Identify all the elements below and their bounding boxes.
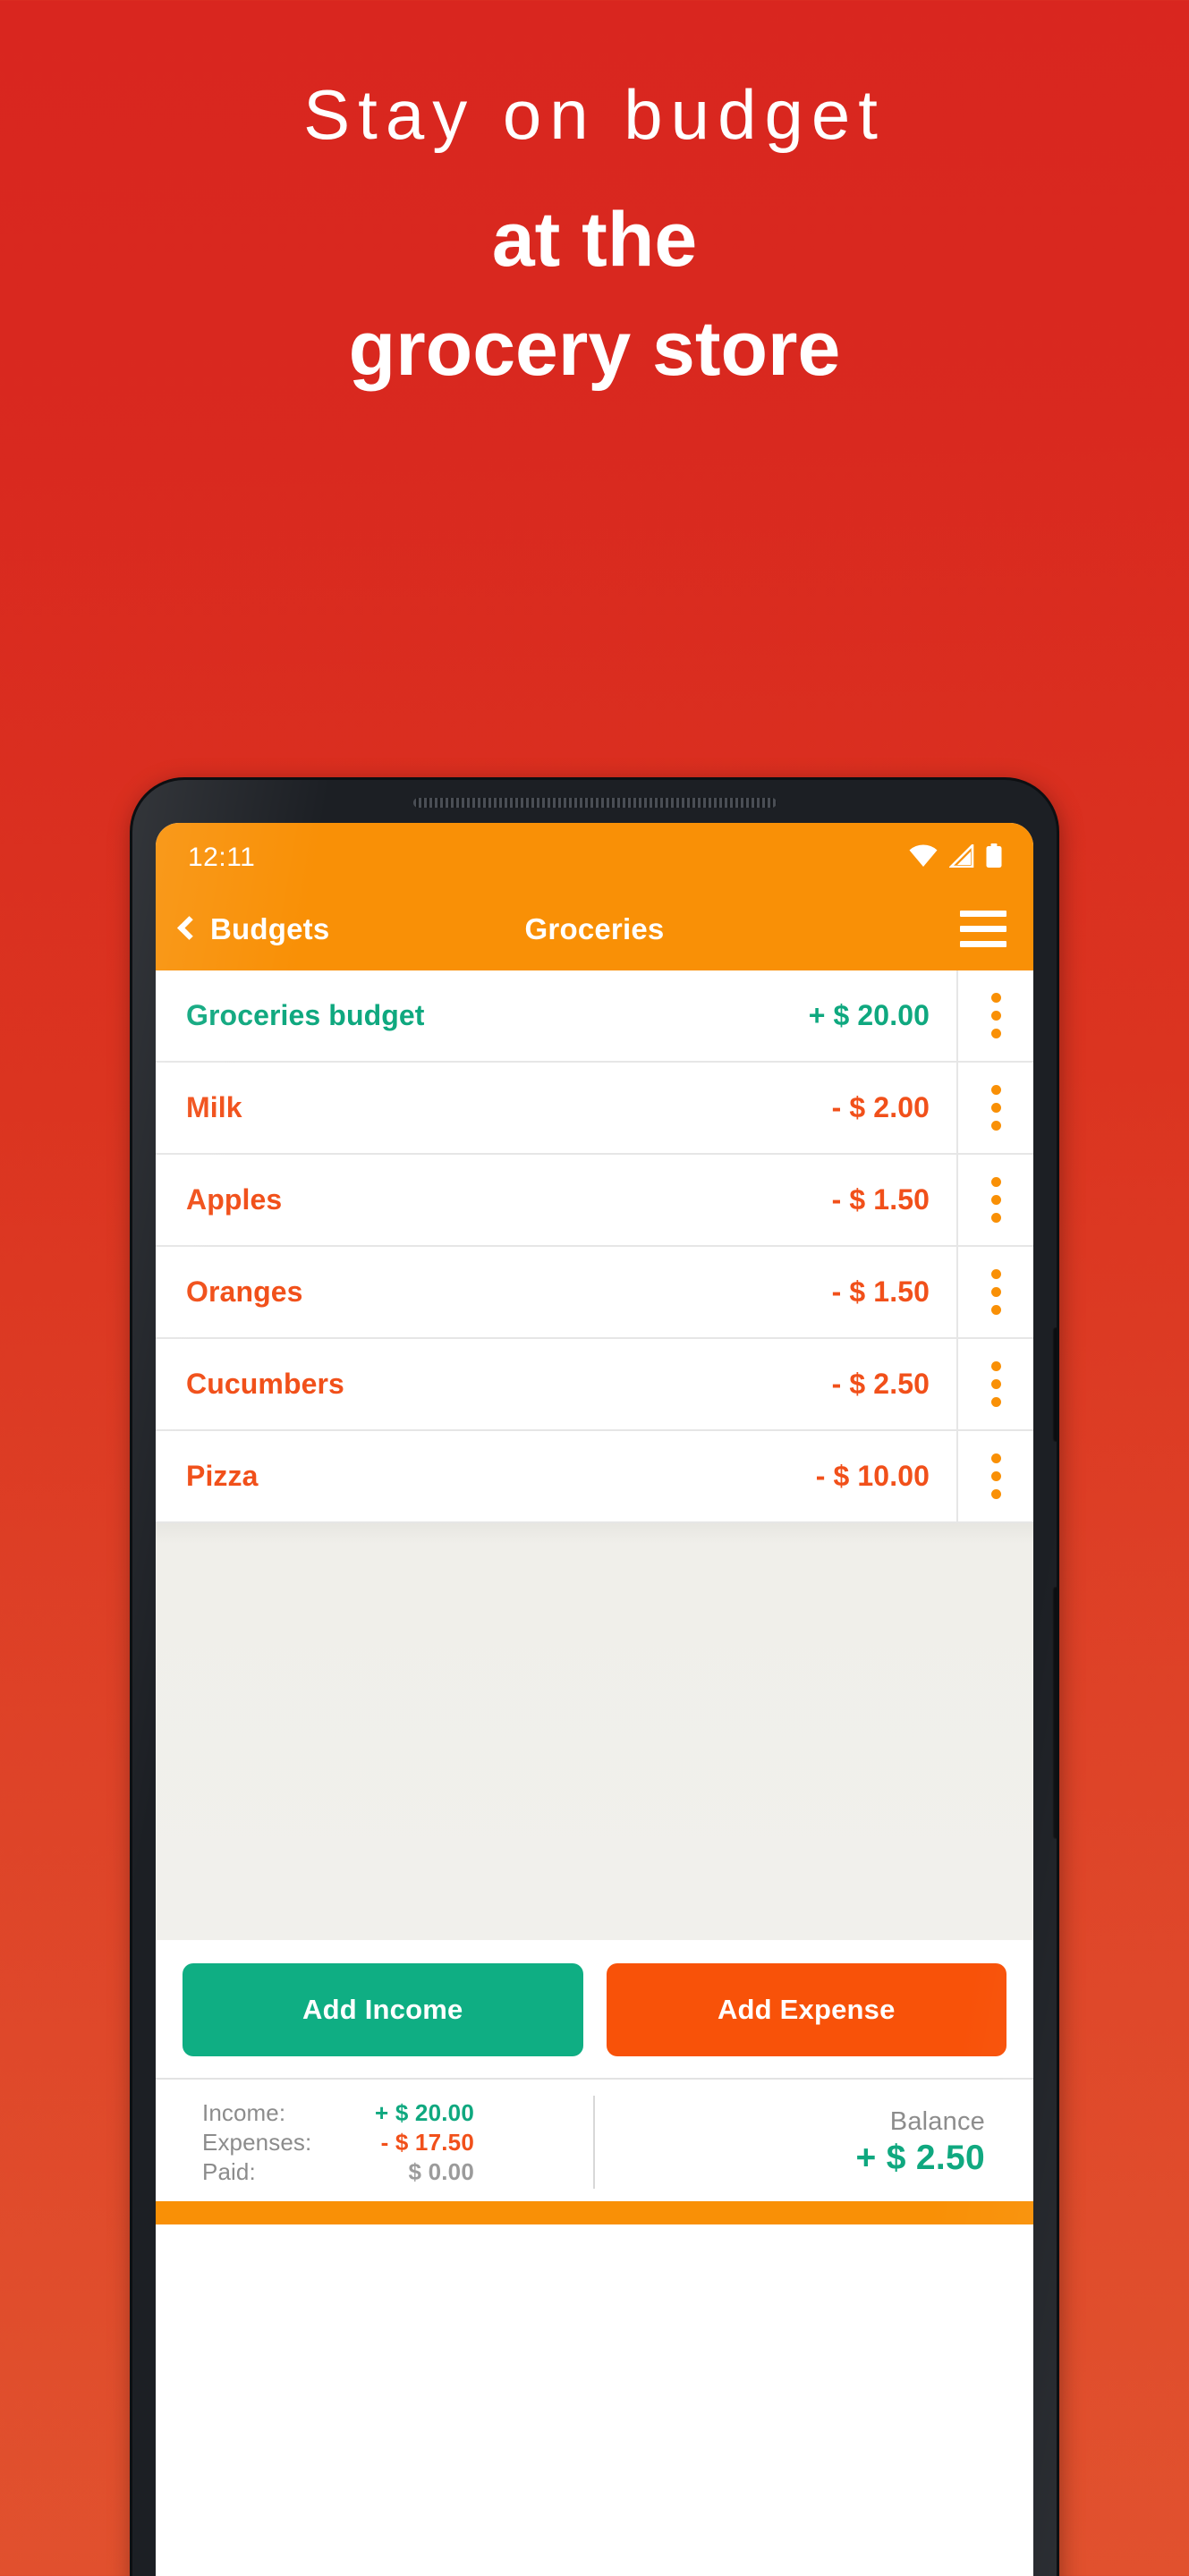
phone-mockup: 12:11 Budgets Groceries Groceries budget… [132, 780, 1057, 2576]
overflow-dot [990, 1305, 1001, 1315]
overflow-dot [990, 1213, 1001, 1223]
headline-line-1: Stay on budget [303, 75, 886, 154]
transaction-name: Groceries budget [186, 999, 425, 1031]
status-bar-clock: 12:11 [188, 843, 256, 872]
overflow-dot [990, 1085, 1001, 1095]
transaction-name: Pizza [186, 1460, 259, 1492]
table-row[interactable]: Cucumbers - $ 2.50 [156, 1339, 1033, 1431]
battery-icon [985, 843, 1003, 873]
overflow-dot [990, 1397, 1001, 1407]
overflow-menu-icon[interactable] [958, 1247, 1033, 1337]
overflow-menu-icon[interactable] [958, 970, 1033, 1061]
summary-income-value: + $ 20.00 [375, 2098, 474, 2126]
chevron-left-icon [177, 916, 201, 940]
overflow-dot [990, 1361, 1001, 1371]
phone-screen: 12:11 Budgets Groceries Groceries budget… [156, 823, 1033, 2576]
add-income-button[interactable]: Add Income [183, 1963, 583, 2056]
summary-expenses-line: Expenses: - $ 17.50 [202, 2129, 593, 2157]
overflow-dot [990, 1489, 1001, 1499]
summary-totals: Income: + $ 20.00 Expenses: - $ 17.50 Pa… [183, 2092, 593, 2192]
empty-list-area [156, 1523, 1033, 1940]
hamburger-menu-icon[interactable] [960, 911, 1006, 947]
hamburger-line [960, 926, 1006, 932]
overflow-dot [990, 1029, 1001, 1038]
overflow-dot [990, 993, 1001, 1003]
transaction-row-content[interactable]: Oranges - $ 1.50 [156, 1247, 958, 1337]
transaction-amount: - $ 10.00 [815, 1460, 930, 1492]
balance-block: Balance + $ 2.50 [595, 2092, 1007, 2192]
transaction-amount: - $ 2.00 [831, 1091, 930, 1123]
overflow-menu-icon[interactable] [958, 1155, 1033, 1245]
transaction-name: Cucumbers [186, 1368, 344, 1400]
summary-income-label: Income: [202, 2098, 286, 2126]
app-bar: Budgets Groceries [156, 887, 1033, 970]
transaction-row-content[interactable]: Milk - $ 2.00 [156, 1063, 958, 1153]
transaction-name: Apples [186, 1183, 283, 1216]
transaction-row-content[interactable]: Groceries budget + $ 20.00 [156, 970, 958, 1061]
summary-paid-label: Paid: [202, 2157, 256, 2185]
transaction-amount: - $ 2.50 [831, 1368, 930, 1400]
headline-line-3: grocery store [348, 306, 841, 392]
summary-expenses-value: - $ 17.50 [380, 2128, 474, 2156]
promo-headline: Stay on budget at the grocery store [0, 70, 1189, 399]
transaction-amount: - $ 1.50 [831, 1183, 930, 1216]
add-expense-button[interactable]: Add Expense [606, 1963, 1006, 2056]
overflow-dot [990, 1121, 1001, 1131]
transaction-row-content[interactable]: Pizza - $ 10.00 [156, 1431, 958, 1521]
transaction-amount: - $ 1.50 [831, 1275, 930, 1308]
table-row[interactable]: Apples - $ 1.50 [156, 1155, 1033, 1247]
earpiece-speaker-icon [412, 798, 777, 808]
hamburger-line [960, 911, 1006, 917]
summary-expenses-label: Expenses: [202, 2128, 312, 2156]
wifi-icon [908, 843, 938, 872]
transaction-row-content[interactable]: Cucumbers - $ 2.50 [156, 1339, 958, 1429]
summary-income-line: Income: + $ 20.00 [202, 2099, 593, 2127]
summary-paid-value: $ 0.00 [408, 2157, 474, 2185]
balance-value: + $ 2.50 [855, 2138, 985, 2177]
summary-paid-line: Paid: $ 0.00 [202, 2158, 593, 2186]
transaction-row-content[interactable]: Apples - $ 1.50 [156, 1155, 958, 1245]
volume-button[interactable] [1052, 1587, 1057, 1839]
overflow-dot [990, 1287, 1001, 1297]
overflow-dot [990, 1011, 1001, 1021]
balance-label: Balance [889, 2106, 985, 2136]
transaction-name: Oranges [186, 1275, 303, 1308]
table-row[interactable]: Milk - $ 2.00 [156, 1063, 1033, 1155]
overflow-dot [990, 1177, 1001, 1187]
hamburger-line [960, 941, 1006, 947]
overflow-menu-icon[interactable] [958, 1431, 1033, 1521]
overflow-dot [990, 1379, 1001, 1389]
power-button[interactable] [1052, 1327, 1057, 1442]
transaction-amount: + $ 20.00 [808, 999, 930, 1031]
overflow-menu-icon[interactable] [958, 1339, 1033, 1429]
overflow-dot [990, 1103, 1001, 1113]
overflow-dot [990, 1471, 1001, 1481]
table-row[interactable]: Pizza - $ 10.00 [156, 1431, 1033, 1523]
status-bar: 12:11 [156, 823, 1033, 887]
headline-line-2: at the [491, 197, 698, 283]
bottom-accent-bar [156, 2201, 1033, 2224]
table-row[interactable]: Oranges - $ 1.50 [156, 1247, 1033, 1339]
overflow-dot [990, 1269, 1001, 1279]
back-button-label: Budgets [210, 911, 330, 945]
summary-bar: Income: + $ 20.00 Expenses: - $ 17.50 Pa… [156, 2078, 1033, 2201]
overflow-dot [990, 1453, 1001, 1463]
status-bar-icons [908, 842, 1003, 873]
overflow-menu-icon[interactable] [958, 1063, 1033, 1153]
action-button-bar: Add Income Add Expense [156, 1940, 1033, 2078]
transaction-list: Groceries budget + $ 20.00 Milk - $ 2.00 [156, 970, 1033, 1523]
back-button[interactable]: Budgets [177, 911, 330, 946]
cellular-signal-icon [947, 842, 974, 872]
table-row[interactable]: Groceries budget + $ 20.00 [156, 970, 1033, 1063]
overflow-dot [990, 1195, 1001, 1205]
transaction-name: Milk [186, 1091, 242, 1123]
